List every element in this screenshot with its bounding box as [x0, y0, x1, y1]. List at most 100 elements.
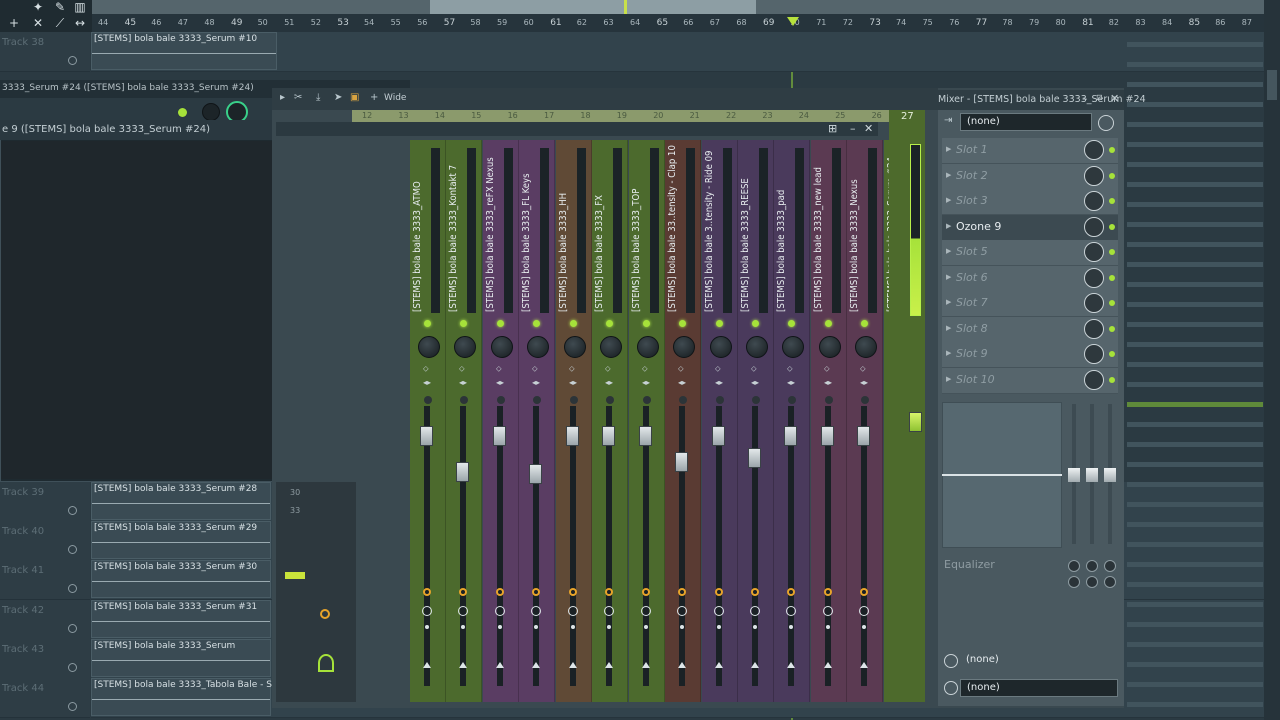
- minimize-icon[interactable]: –: [1082, 92, 1088, 105]
- slide-icon[interactable]: ⟋: [52, 16, 68, 30]
- mute-led[interactable]: [679, 320, 686, 327]
- stereo-sep-icon[interactable]: ⬦: [605, 364, 611, 374]
- slot-enable-led[interactable]: [1109, 274, 1115, 281]
- track-header[interactable]: Track 42: [0, 600, 90, 640]
- eq-bw-knob-2[interactable]: [1086, 576, 1098, 588]
- route-dot[interactable]: [644, 625, 648, 629]
- route-dot[interactable]: [607, 625, 611, 629]
- mixer-track[interactable]: [STEMS] bola bale 3333_Kontakt 7 ⬦ ◂▸: [446, 140, 482, 702]
- fader-handle[interactable]: [420, 426, 433, 446]
- arm-record-icon[interactable]: [860, 588, 868, 596]
- track-header[interactable]: Track 43: [0, 639, 90, 679]
- pan-knob[interactable]: [673, 336, 695, 358]
- send-arrow-icon[interactable]: [569, 662, 577, 668]
- track-header[interactable]: Track 40: [0, 521, 90, 561]
- eq-bw-knob-1[interactable]: [1068, 576, 1080, 588]
- clock-icon[interactable]: [604, 606, 614, 616]
- stereo-knob[interactable]: [679, 396, 687, 404]
- stretch-icon[interactable]: ↔: [72, 16, 88, 30]
- slot-enable-led[interactable]: [1109, 147, 1115, 153]
- pan-knob[interactable]: [710, 336, 732, 358]
- clock-icon[interactable]: [750, 606, 760, 616]
- clip-segment[interactable]: [1127, 322, 1263, 327]
- mixer-track[interactable]: [STEMS] bola bale 33..tensity - Clap 10 ⬦…: [665, 140, 701, 702]
- send-arrow-icon[interactable]: [715, 662, 723, 668]
- stereo-knob[interactable]: [424, 396, 432, 404]
- insert-slot[interactable]: ▶ Slot 10: [942, 367, 1118, 394]
- arm-record-icon[interactable]: [715, 588, 723, 596]
- stereo-sep-icon[interactable]: ⬦: [642, 364, 648, 374]
- swap-icon[interactable]: ◂▸: [824, 378, 832, 387]
- slot-menu-arrow-icon[interactable]: ▶: [946, 196, 951, 204]
- stereo-sep-icon[interactable]: ⬦: [860, 364, 866, 374]
- snap-icon[interactable]: ✦: [30, 0, 46, 14]
- route-dot[interactable]: [789, 625, 793, 629]
- mute-led[interactable]: [570, 320, 577, 327]
- slot-menu-arrow-icon[interactable]: ▶: [946, 171, 951, 179]
- swap-icon[interactable]: ◂▸: [751, 378, 759, 387]
- slot-enable-led[interactable]: [1109, 172, 1115, 179]
- slot-mix-knob[interactable]: [1084, 318, 1104, 339]
- mute-led[interactable]: [460, 320, 467, 327]
- arm-record-icon[interactable]: [532, 588, 540, 596]
- clip-segment[interactable]: [1127, 462, 1263, 467]
- arm-record-icon[interactable]: [751, 588, 759, 596]
- insert-slot[interactable]: ▶ Slot 2: [942, 163, 1118, 190]
- fader-handle[interactable]: [456, 462, 469, 482]
- send-arrow-icon[interactable]: [678, 662, 686, 668]
- clip-segment[interactable]: [1127, 502, 1263, 507]
- cursor-icon[interactable]: ➤: [334, 92, 342, 103]
- mute-led[interactable]: [752, 320, 759, 327]
- grid-icon[interactable]: ⊞: [828, 122, 837, 135]
- clock-icon[interactable]: [641, 606, 651, 616]
- track-select-icon[interactable]: [68, 663, 77, 672]
- slot-menu-arrow-icon[interactable]: ▶: [946, 145, 951, 153]
- stereo-knob[interactable]: [643, 396, 651, 404]
- mixer-track[interactable]: [STEMS] bola bale 3333_new lead ⬦ ◂▸: [811, 140, 847, 702]
- clip-segment[interactable]: [1127, 162, 1263, 167]
- arm-record-icon[interactable]: [423, 588, 431, 596]
- clip-segment[interactable]: [1127, 202, 1263, 207]
- swap-icon[interactable]: ◂▸: [532, 378, 540, 387]
- fader-handle[interactable]: [566, 426, 579, 446]
- stereo-knob[interactable]: [570, 396, 578, 404]
- slot-enable-led[interactable]: [1109, 376, 1115, 383]
- output-selector[interactable]: (none): [960, 652, 1118, 670]
- mixer-track[interactable]: [STEMS] bola bale 3333_reFX Nexus ⬦ ◂▸: [483, 140, 519, 702]
- send-arrow-icon[interactable]: [532, 662, 540, 668]
- insert-slot[interactable]: ▶ Slot 5: [942, 240, 1118, 266]
- send-arrow-icon[interactable]: [423, 662, 431, 668]
- volume-fader[interactable]: [825, 406, 831, 686]
- down-arrow-icon[interactable]: ⤓: [316, 92, 320, 103]
- volume-fader[interactable]: [643, 406, 649, 686]
- mixer-track[interactable]: [STEMS] bola bale 3333_TOP ⬦ ◂▸: [629, 140, 665, 702]
- clip-segment[interactable]: [1127, 142, 1263, 147]
- send-route-icon[interactable]: [944, 681, 958, 695]
- mixer-track[interactable]: [STEMS] bola bale 3333_FX ⬦ ◂▸: [592, 140, 628, 702]
- audio-clip[interactable]: [STEMS] bola bale 3333_Serum #30: [91, 560, 271, 598]
- stereo-sep-icon[interactable]: ⬦: [569, 364, 575, 374]
- slot-mix-knob[interactable]: [1084, 293, 1104, 313]
- clip-segment[interactable]: [1127, 302, 1263, 307]
- eq-band-3-handle[interactable]: [1104, 468, 1116, 482]
- audio-clip[interactable]: [STEMS] bola bale 3333_Serum #10: [91, 32, 277, 70]
- slot-mix-knob[interactable]: [1084, 165, 1104, 186]
- track-select-icon[interactable]: [68, 584, 77, 593]
- clip-segment[interactable]: [1127, 82, 1263, 87]
- mixer-subwindow-titlebar[interactable]: ⊞ – ✕: [276, 122, 878, 136]
- slot-enable-led[interactable]: [1109, 351, 1115, 357]
- eq-freq-knob-2[interactable]: [1086, 560, 1098, 572]
- clip-segment[interactable]: [1127, 642, 1263, 647]
- stereo-knob[interactable]: [752, 396, 760, 404]
- pan-knob[interactable]: [491, 336, 513, 358]
- slot-mix-knob[interactable]: [1084, 267, 1104, 288]
- slot-menu-arrow-icon[interactable]: ▶: [946, 324, 951, 332]
- slot-enable-led[interactable]: [1109, 223, 1115, 230]
- track-select-icon[interactable]: [68, 624, 77, 633]
- clip-segment[interactable]: [1127, 222, 1263, 227]
- track-select-icon[interactable]: [68, 545, 77, 554]
- track-header[interactable]: Track 39: [0, 482, 90, 522]
- arm-record-icon[interactable]: [642, 588, 650, 596]
- stereo-sep-icon[interactable]: ⬦: [715, 364, 721, 374]
- slot-enable-led[interactable]: [1109, 198, 1115, 204]
